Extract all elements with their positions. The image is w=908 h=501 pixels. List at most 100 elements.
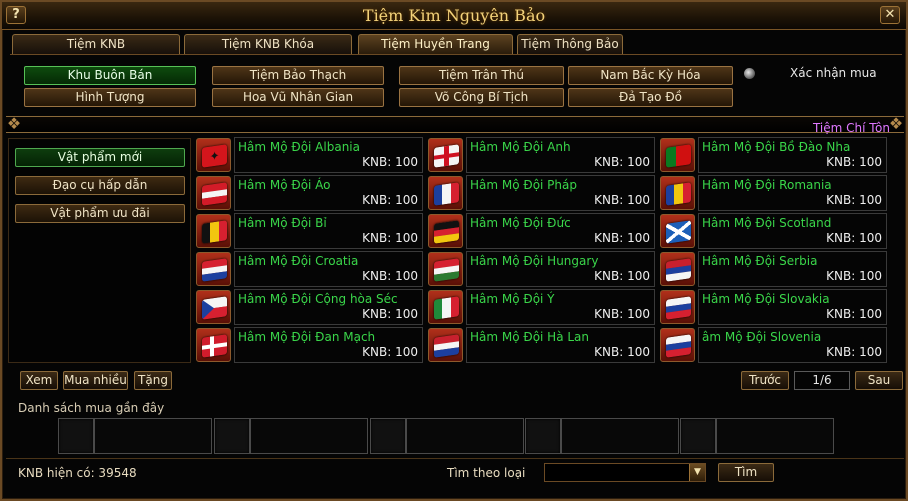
shop-item[interactable]: Hâm Mộ Đội Đan Mạch KNB: 100 xyxy=(195,327,423,363)
recent-slot-icon[interactable] xyxy=(525,418,561,454)
category-panel: Vật phẩm mới Đạo cụ hấp dẫn Vật phẩm ưu … xyxy=(8,138,191,363)
shop-item[interactable]: âm Mộ Đội Slovenia KNB: 100 xyxy=(659,327,887,363)
recent-purchases-row xyxy=(58,418,834,454)
item-icon[interactable] xyxy=(196,252,231,286)
tab-thong-bao[interactable]: Tiệm Thông Bảo xyxy=(517,34,623,54)
recent-slot-icon[interactable] xyxy=(58,418,94,454)
item-name: Hâm Mộ Đội Bồ Đào Nha xyxy=(702,140,851,154)
close-icon[interactable]: ✕ xyxy=(880,6,900,24)
prev-page-button[interactable]: Trước xyxy=(741,371,789,390)
item-icon[interactable] xyxy=(660,290,695,324)
shop-item[interactable]: Hâm Mộ Đội Cộng hòa Séc KNB: 100 xyxy=(195,289,423,325)
submenu-khu-buon-ban[interactable]: Khu Buôn Bán xyxy=(24,66,196,85)
recent-slot-icon[interactable] xyxy=(680,418,716,454)
item-icon[interactable] xyxy=(428,138,463,172)
chevron-down-icon[interactable]: ▼ xyxy=(689,464,705,481)
item-icon[interactable] xyxy=(660,176,695,210)
gift-button[interactable]: Tặng xyxy=(134,371,172,390)
item-icon[interactable] xyxy=(428,328,463,362)
scotland-flag-icon xyxy=(666,220,691,244)
shop-item[interactable]: Hâm Mộ Đội Bồ Đào Nha KNB: 100 xyxy=(659,137,887,173)
item-price: KNB: 100 xyxy=(362,193,418,207)
item-icon[interactable] xyxy=(428,252,463,286)
submenu-da-tao-do[interactable]: Đả Tạo Đồ xyxy=(568,88,733,107)
item-price: KNB: 100 xyxy=(826,193,882,207)
shop-item[interactable]: Hâm Mộ Đội Croatia KNB: 100 xyxy=(195,251,423,287)
shop-item[interactable]: Hâm Mộ Đội Pháp KNB: 100 xyxy=(427,175,655,211)
item-name: Hâm Mộ Đội Slovakia xyxy=(702,292,830,306)
item-price: KNB: 100 xyxy=(362,155,418,169)
item-name: Hâm Mộ Đội Bỉ xyxy=(238,216,327,230)
search-button[interactable]: Tìm xyxy=(718,463,774,482)
submenu-nam-bac-ky-hoa[interactable]: Nam Bắc Kỳ Hóa xyxy=(568,66,733,85)
tab-knb-khoa[interactable]: Tiệm KNB Khóa xyxy=(184,34,352,54)
item-price: KNB: 100 xyxy=(362,307,418,321)
shop-item[interactable]: Hâm Mộ Đội Ý KNB: 100 xyxy=(427,289,655,325)
item-icon[interactable] xyxy=(428,176,463,210)
item-info: Hâm Mộ Đội Romania KNB: 100 xyxy=(698,175,887,211)
category-discount-items[interactable]: Vật phẩm ưu đãi xyxy=(15,204,185,223)
item-info: âm Mộ Đội Slovenia KNB: 100 xyxy=(698,327,887,363)
buy-many-button[interactable]: Mua nhiều xyxy=(63,371,128,390)
item-info: Hâm Mộ Đội Hungary KNB: 100 xyxy=(466,251,655,287)
next-page-button[interactable]: Sau xyxy=(855,371,903,390)
view-button[interactable]: Xem xyxy=(20,371,58,390)
item-name: Hâm Mộ Đội Áo xyxy=(238,178,331,192)
slovakia-flag-icon xyxy=(666,296,691,320)
item-icon[interactable] xyxy=(660,252,695,286)
item-icon[interactable] xyxy=(196,290,231,324)
recent-slot-icon[interactable] xyxy=(214,418,250,454)
item-icon[interactable] xyxy=(428,214,463,248)
submenu-hinh-tuong[interactable]: Hình Tượng xyxy=(24,88,196,107)
item-name: Hâm Mộ Đội Đan Mạch xyxy=(238,330,376,344)
romania-flag-icon xyxy=(666,182,691,206)
shop-item[interactable]: Hâm Mộ Đội Anh KNB: 100 xyxy=(427,137,655,173)
item-price: KNB: 100 xyxy=(594,155,650,169)
shop-item[interactable]: Hâm Mộ Đội Hungary KNB: 100 xyxy=(427,251,655,287)
exclusive-shop-link[interactable]: Tiệm Chí Tôn xyxy=(813,121,890,135)
item-icon[interactable] xyxy=(660,328,695,362)
item-price: KNB: 100 xyxy=(826,269,882,283)
submenu-tran-thu[interactable]: Tiệm Trân Thú xyxy=(399,66,564,85)
item-icon[interactable] xyxy=(196,214,231,248)
item-icon[interactable] xyxy=(196,328,231,362)
item-icon[interactable] xyxy=(660,138,695,172)
shop-item[interactable]: Hâm Mộ Đội Hà Lan KNB: 100 xyxy=(427,327,655,363)
item-info: Hâm Mộ Đội Bồ Đào Nha KNB: 100 xyxy=(698,137,887,173)
submenu-vo-cong-bi-tich[interactable]: Võ Công Bí Tịch xyxy=(399,88,564,107)
shop-item[interactable]: Hâm Mộ Đội Bỉ KNB: 100 xyxy=(195,213,423,249)
shop-item[interactable]: Hâm Mộ Đội Serbia KNB: 100 xyxy=(659,251,887,287)
item-icon[interactable] xyxy=(660,214,695,248)
item-icon[interactable] xyxy=(428,290,463,324)
tab-knb[interactable]: Tiệm KNB xyxy=(12,34,180,54)
item-name: âm Mộ Đội Slovenia xyxy=(702,330,822,344)
tab-huyen-trang[interactable]: Tiệm Huyền Trang xyxy=(358,34,513,54)
shop-item[interactable]: Hâm Mộ Đội Áo KNB: 100 xyxy=(195,175,423,211)
shop-item[interactable]: Hâm Mộ Đội Đức KNB: 100 xyxy=(427,213,655,249)
section-divider: ❖ ❖ xyxy=(6,115,904,133)
shop-item[interactable]: Hâm Mộ Đội Romania KNB: 100 xyxy=(659,175,887,211)
recent-slot-info xyxy=(94,418,212,454)
item-icon[interactable]: ✦ xyxy=(196,138,231,172)
category-attractive-items[interactable]: Đạo cụ hấp dẫn xyxy=(15,176,185,195)
item-price: KNB: 100 xyxy=(826,155,882,169)
item-name: Hâm Mộ Đội Serbia xyxy=(702,254,818,268)
item-icon[interactable] xyxy=(196,176,231,210)
category-new-items[interactable]: Vật phẩm mới xyxy=(15,148,185,167)
confirm-purchase-radio[interactable] xyxy=(744,68,755,79)
netherlands-flag-icon xyxy=(434,334,459,358)
submenu-bao-thach[interactable]: Tiệm Bảo Thạch xyxy=(212,66,384,85)
item-price: KNB: 100 xyxy=(826,307,882,321)
shop-item[interactable]: Hâm Mộ Đội Scotland KNB: 100 xyxy=(659,213,887,249)
serbia-flag-icon xyxy=(666,258,691,282)
item-info: Hâm Mộ Đội Anh KNB: 100 xyxy=(466,137,655,173)
recent-slot-icon[interactable] xyxy=(370,418,406,454)
shop-item[interactable]: ✦ Hâm Mộ Đội Albania KNB: 100 xyxy=(195,137,423,173)
item-price: KNB: 100 xyxy=(594,345,650,359)
type-select[interactable]: ▼ xyxy=(544,463,706,482)
submenu-hoa-vu-nhan-gian[interactable]: Hoa Vũ Nhân Gian xyxy=(212,88,384,107)
recent-slot-info xyxy=(250,418,368,454)
item-name: Hâm Mộ Đội Hà Lan xyxy=(470,330,590,344)
shop-item[interactable]: Hâm Mộ Đội Slovakia KNB: 100 xyxy=(659,289,887,325)
belgium-flag-icon xyxy=(202,220,227,244)
